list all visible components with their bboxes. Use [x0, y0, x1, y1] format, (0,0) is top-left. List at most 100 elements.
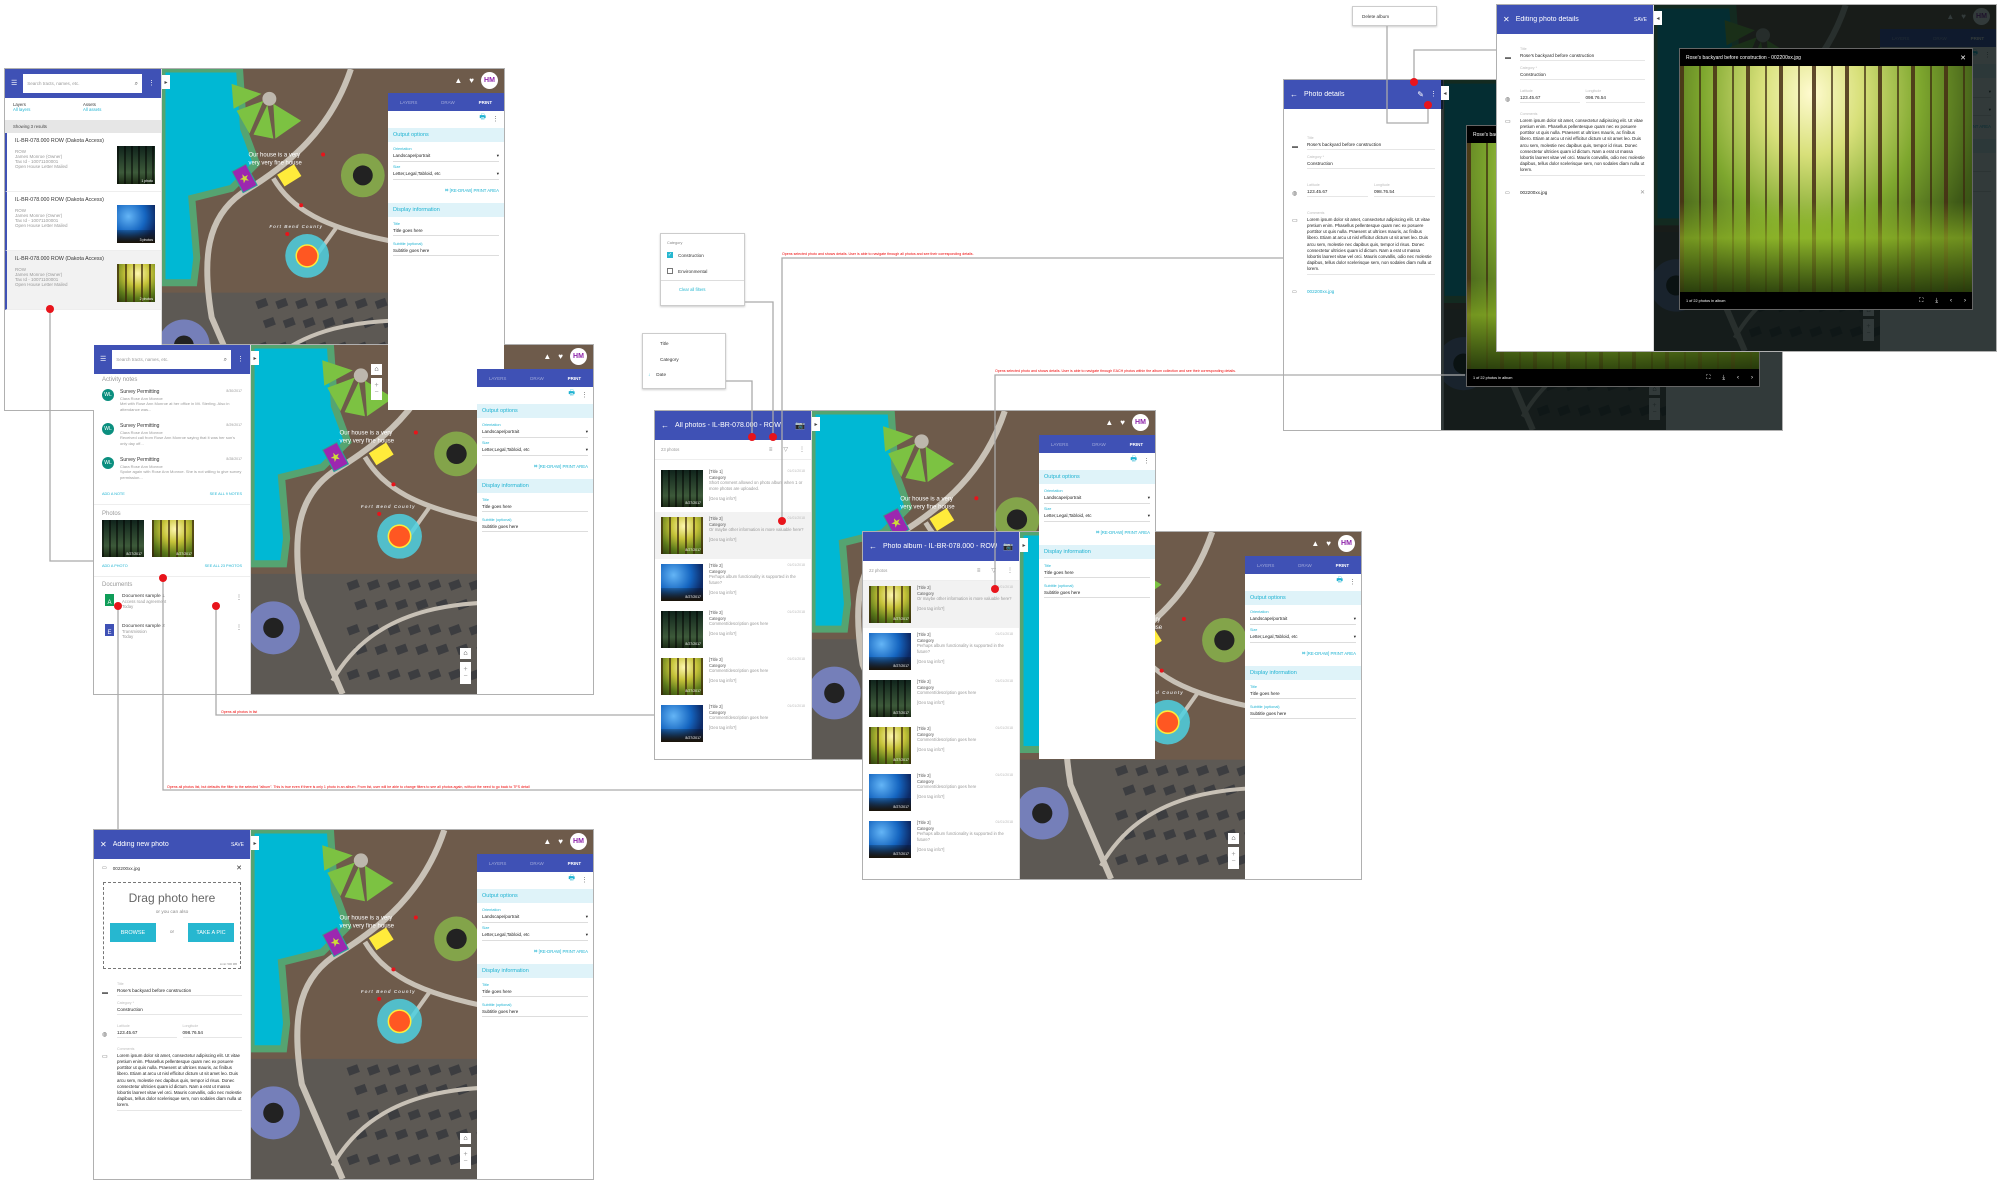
- tab-print[interactable]: PRINT: [479, 100, 493, 105]
- photo-list-item[interactable]: 8/27/2017 [Title 2] Category Comment/des…: [863, 675, 1019, 722]
- remove-file-icon[interactable]: ✕: [236, 865, 242, 872]
- sort-icon[interactable]: ≡: [977, 568, 981, 574]
- tab-layers[interactable]: LAYERS: [489, 861, 506, 866]
- more-icon[interactable]: ⋮: [799, 447, 805, 453]
- tab-print[interactable]: PRINT: [568, 861, 582, 866]
- more-icon[interactable]: ⋮: [492, 115, 499, 123]
- close-icon[interactable]: ✕: [1960, 54, 1966, 62]
- previous-icon[interactable]: ‹: [1950, 298, 1952, 304]
- expand-panel-button[interactable]: ▸: [1020, 538, 1028, 552]
- printer-icon[interactable]: 🖶: [568, 874, 575, 885]
- file-name[interactable]: 002200xx.jpg: [1307, 287, 1435, 296]
- zoom-out-button[interactable]: −: [463, 1158, 467, 1165]
- orientation-select[interactable]: OrientationLandscape/portrait▾: [388, 144, 504, 162]
- more-icon[interactable]: ⋮: [1430, 91, 1437, 98]
- title-field[interactable]: ▬ Title Rose's backyard before constructio…: [102, 982, 242, 996]
- photo-list-item[interactable]: 8/27/2017 [Title 2] Category Comment/des…: [655, 653, 811, 700]
- category-field[interactable]: Category * Construction: [1505, 66, 1645, 80]
- zoom-out-button[interactable]: −: [463, 673, 467, 680]
- orientation-select[interactable]: OrientationLandscape/portrait▾: [477, 905, 593, 923]
- clear-filters-link[interactable]: Clear all filters: [661, 280, 744, 292]
- browse-button[interactable]: BROWSE: [110, 923, 156, 942]
- size-select[interactable]: SizeLetter,Legal,Tabloid, etc▾: [477, 438, 593, 456]
- save-button[interactable]: SAVE: [231, 842, 244, 848]
- filter-icon[interactable]: ▽: [991, 568, 996, 574]
- zoom-out-button[interactable]: −: [1231, 858, 1235, 865]
- back-arrow-icon[interactable]: ←: [661, 421, 669, 430]
- collapse-panel-button[interactable]: ◂: [1441, 86, 1449, 100]
- more-icon[interactable]: ⋮: [148, 80, 155, 87]
- photo-list-item[interactable]: 8/27/2017 [Title 2] Category Perhaps alb…: [863, 628, 1019, 675]
- redraw-print-area-button[interactable]: ⌗ [RE-DRAW] PRINT AREA: [477, 941, 593, 962]
- size-select[interactable]: SizeLetter,Legal,Tabloid, etc▾: [477, 923, 593, 941]
- tab-layers[interactable]: LAYERS: [400, 100, 417, 105]
- photo-list-item[interactable]: 8/27/2017 [Title 2] Category Or maybe ot…: [863, 581, 1019, 628]
- photo-thumbnail[interactable]: 8/27/2017: [152, 520, 194, 557]
- subtitle-input[interactable]: Subtitle (optional)Subtitle goes here: [1039, 578, 1155, 598]
- tab-layers[interactable]: LAYERS: [489, 376, 506, 381]
- add-photo-camera-icon[interactable]: 📷: [1003, 542, 1013, 551]
- longitude-field[interactable]: Longitude 098.76.54: [1585, 89, 1645, 103]
- user-avatar[interactable]: HM: [570, 833, 587, 850]
- fullscreen-icon[interactable]: ⛶: [1919, 298, 1923, 304]
- photo-list-item[interactable]: 8/27/2017 [Title 2] Category Or maybe ot…: [655, 512, 811, 559]
- terrain-icon[interactable]: ▲: [454, 76, 462, 85]
- more-icon[interactable]: ⋮: [237, 356, 244, 363]
- orientation-select[interactable]: OrientationLandscape/portrait▾: [477, 420, 593, 438]
- user-avatar[interactable]: HM: [481, 72, 498, 89]
- add-note-link[interactable]: ADD A NOTE: [102, 492, 125, 496]
- filter-icon[interactable]: ▽: [783, 447, 788, 453]
- result-thumbnail[interactable]: 1 photo: [117, 146, 155, 184]
- category-field[interactable]: Category * Construction: [102, 1001, 242, 1015]
- zoom-in-button[interactable]: +: [1231, 851, 1235, 858]
- size-select[interactable]: SizeLetter,Legal,Tabloid, etc▾: [388, 162, 504, 180]
- close-icon[interactable]: ✕: [1503, 15, 1510, 24]
- comments-field[interactable]: Comments Lorem ipsum dolor sit amet, cons…: [1520, 112, 1645, 177]
- tab-layers[interactable]: LAYERS: [1257, 563, 1274, 568]
- take-pic-button[interactable]: TAKE A PIC: [187, 923, 234, 942]
- tab-draw[interactable]: DRAW: [530, 861, 544, 866]
- latitude-field[interactable]: Latitude 123.45.67: [117, 1024, 177, 1038]
- next-icon[interactable]: ›: [1751, 375, 1753, 381]
- photo-list-item[interactable]: 8/27/2017 [Title 2] Category Comment/des…: [863, 722, 1019, 769]
- heart-icon[interactable]: ♥: [1120, 418, 1125, 427]
- photo-dropzone[interactable]: Drag photo here or you can also BROWSE o…: [103, 882, 241, 969]
- more-icon[interactable]: ⋮: [1007, 568, 1013, 574]
- search-result-item[interactable]: IL-BR-078.000 ROW (Dakota Access) ROW Ja…: [5, 251, 161, 310]
- title-field[interactable]: ▬ Title Rose's backyard before constructio…: [1505, 47, 1645, 61]
- printer-icon[interactable]: 🖶: [479, 113, 486, 124]
- longitude-field[interactable]: Longitude 098.76.54: [182, 1024, 242, 1038]
- printer-icon[interactable]: 🖶: [1130, 455, 1137, 466]
- title-input[interactable]: TitleTitle goes here: [1245, 682, 1361, 699]
- user-avatar[interactable]: HM: [1132, 414, 1149, 431]
- sort-option-category[interactable]: Category: [643, 346, 725, 362]
- activity-note[interactable]: WL Survey Permitting 8/28/2017 Clara Rose…: [94, 454, 250, 488]
- result-thumbnail[interactable]: 2 photos: [117, 264, 155, 302]
- see-all-notes-link[interactable]: SEE ALL 9 NOTES: [210, 492, 242, 496]
- tab-draw[interactable]: DRAW: [1092, 442, 1106, 447]
- add-photo-camera-icon[interactable]: 📷: [795, 421, 805, 430]
- photo-list-item[interactable]: 8/27/2017 [Title 2] Category Comment/des…: [863, 769, 1019, 816]
- search-input[interactable]: Search tracts, names, etc. ⌕: [23, 74, 142, 93]
- size-select[interactable]: SizeLetter,Legal,Tabloid, etc▾: [1245, 625, 1361, 643]
- fullscreen-icon[interactable]: ⛶: [1706, 375, 1710, 381]
- terrain-icon[interactable]: ▲: [543, 352, 551, 361]
- title-input[interactable]: TitleTitle goes here: [477, 495, 593, 512]
- more-icon[interactable]: ⋮: [1143, 457, 1150, 465]
- search-icon[interactable]: ⌕: [224, 357, 227, 363]
- photo-list-item[interactable]: 8/27/2017 [Title 2] Category Perhaps alb…: [655, 559, 811, 606]
- home-icon[interactable]: ⌂: [460, 648, 471, 659]
- sort-icon[interactable]: ≡: [769, 447, 773, 453]
- more-icon[interactable]: ⋮: [236, 594, 242, 616]
- tab-print[interactable]: PRINT: [1130, 442, 1144, 447]
- subtitle-input[interactable]: Subtitle (optional)Subtitle goes here: [1245, 699, 1361, 719]
- assets-filter[interactable]: Assets All assets: [83, 102, 153, 116]
- expand-panel-button[interactable]: ▸: [251, 351, 259, 365]
- filter-option-environmental[interactable]: Environmental: [661, 261, 744, 280]
- user-avatar[interactable]: HM: [570, 348, 587, 365]
- document-item[interactable]: E Document sample 2 Transmission Today ⋮: [94, 620, 250, 650]
- terrain-icon[interactable]: ▲: [1311, 539, 1319, 548]
- remove-file-icon[interactable]: ✕: [1640, 189, 1645, 196]
- redraw-print-area-button[interactable]: ⌗ [RE-DRAW] PRINT AREA: [1039, 522, 1155, 543]
- zoom-in-button[interactable]: +: [463, 666, 467, 673]
